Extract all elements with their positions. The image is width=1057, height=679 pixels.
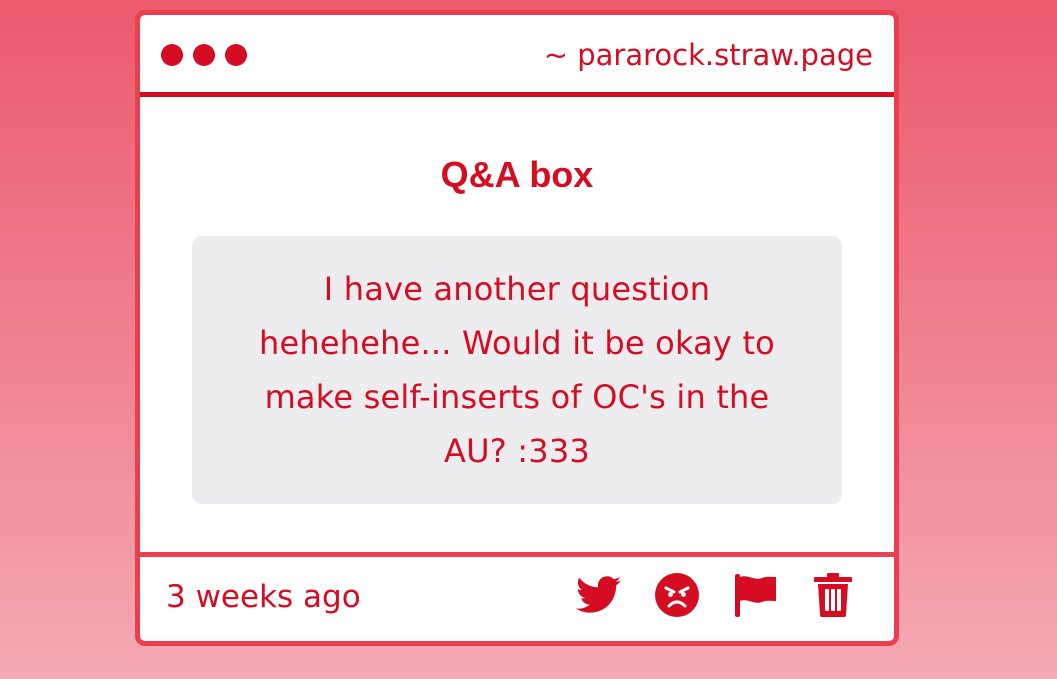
window-titlebar: ~ pararock.straw.page xyxy=(140,15,894,97)
window-dots xyxy=(161,44,247,66)
twitter-icon xyxy=(576,576,622,613)
page-title: Q&A box xyxy=(440,154,594,195)
block-button[interactable] xyxy=(654,572,700,618)
window-dot-icon xyxy=(225,44,247,66)
question-text: I have another question hehehehe... Woul… xyxy=(259,270,775,470)
card-content: Q&A box I have another question hehehehe… xyxy=(140,97,894,552)
window-dot-icon xyxy=(193,44,215,66)
timestamp: 3 weeks ago xyxy=(166,579,361,615)
trash-icon xyxy=(814,573,852,617)
flag-icon xyxy=(735,574,776,617)
action-bar xyxy=(576,572,856,618)
report-button[interactable] xyxy=(732,572,778,618)
share-twitter-button[interactable] xyxy=(576,572,622,618)
angry-face-icon xyxy=(655,573,699,617)
qa-card: ~ pararock.straw.page Q&A box I have ano… xyxy=(135,10,899,646)
card-footer: 3 weeks ago xyxy=(140,552,894,641)
window-dot-icon xyxy=(161,44,183,66)
delete-button[interactable] xyxy=(810,572,856,618)
question-box: I have another question hehehehe... Woul… xyxy=(192,236,842,504)
site-url: ~ pararock.straw.page xyxy=(543,38,873,72)
